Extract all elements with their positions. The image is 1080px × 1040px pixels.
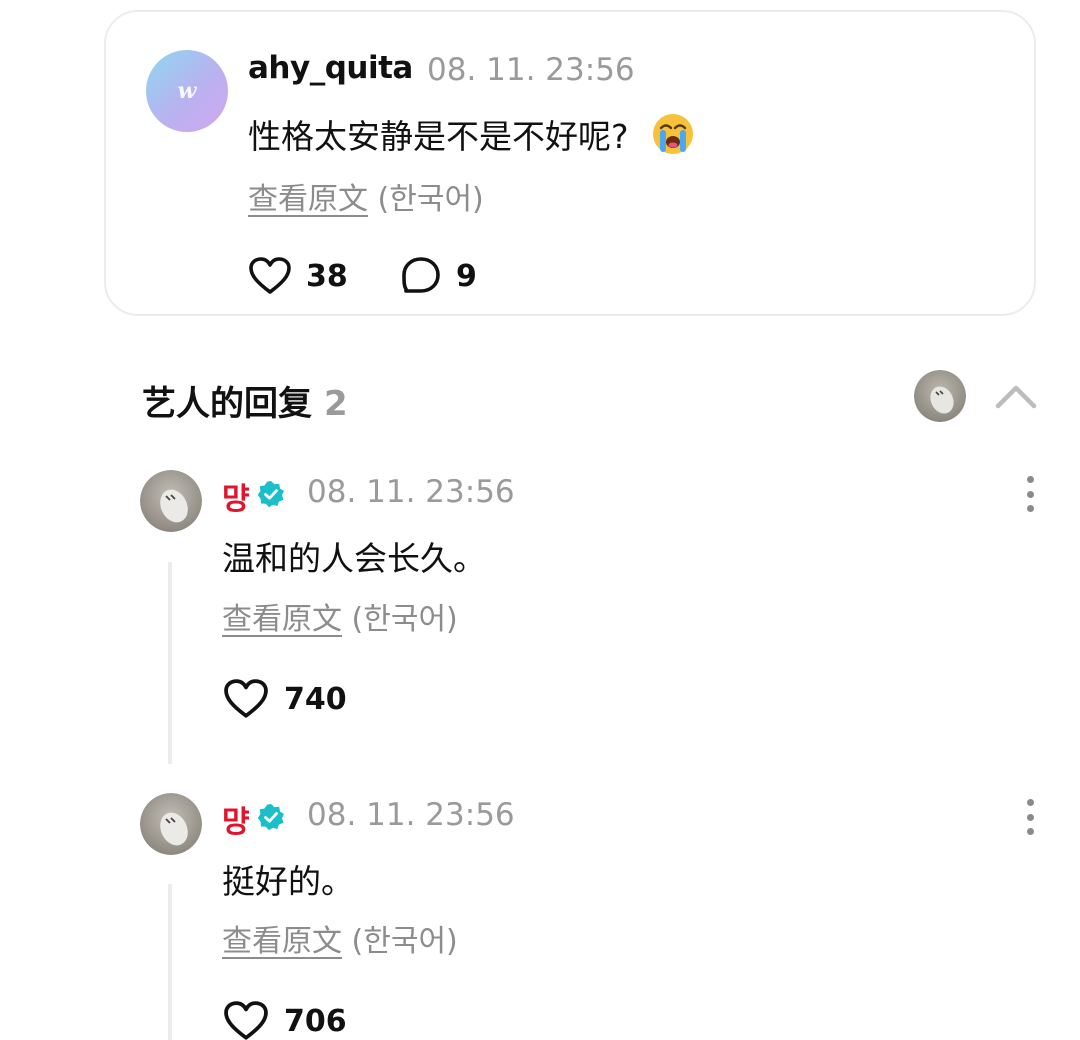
thread-line [168,884,172,1040]
artist-replies-count: 2 [324,384,348,424]
verified-badge-icon [257,804,284,831]
post-text: 性格太安静是不是不好呢? [248,117,629,156]
like-count: 740 [284,681,347,717]
view-original-label[interactable]: 查看原文 [222,602,342,637]
fan-post-card: w ahy_quita 08. 11. 23:56 性格太安静是不是不好呢? 查… [104,10,1036,316]
like-button[interactable]: 706 [222,1000,347,1040]
post-body: 性格太安静是不是不好呢? [248,110,695,158]
view-original-link[interactable]: 查看原文 (한국어) [248,174,484,218]
heart-icon [224,1001,268,1040]
artist-name[interactable]: 먕 [222,797,250,841]
artist-name[interactable]: 먕 [222,474,250,518]
like-count: 38 [306,258,348,294]
heart-icon [249,257,291,294]
view-original-link[interactable]: 查看原文 (한국어) [222,594,458,638]
original-language-label: (한국어) [351,602,458,637]
view-original-label[interactable]: 查看原文 [248,182,368,217]
comment-count: 9 [456,258,477,294]
chevron-up-icon[interactable] [992,378,1040,414]
reply-text: 挺好的。 [222,862,354,901]
reply-text: 温和的人会长久。 [222,539,486,578]
like-button[interactable]: 38 [248,256,348,296]
artist-avatar[interactable] [140,793,202,855]
view-original-link[interactable]: 查看原文 (한국어) [222,916,458,960]
comment-bubble-icon [402,257,440,293]
thread-line [168,562,172,764]
post-timestamp: 08. 11. 23:56 [427,52,635,88]
reply-timestamp: 08. 11. 23:56 [307,474,515,510]
more-options-icon[interactable] [1024,799,1036,835]
like-button[interactable]: 740 [222,678,347,720]
like-count: 706 [284,1003,347,1039]
more-options-icon[interactable] [1024,476,1036,512]
artist-replies-title: 艺人的回复 [142,384,312,424]
comment-thread-page: w ahy_quita 08. 11. 23:56 性格太安静是不是不好呢? 查… [0,0,1080,1040]
view-original-label[interactable]: 查看原文 [222,924,342,959]
artist-replies-header: 艺人的回复 2 [142,376,348,425]
comment-button[interactable]: 9 [400,256,477,296]
artist-avatar[interactable] [140,470,202,532]
post-author-name[interactable]: ahy_quita [248,50,413,86]
verified-badge-icon [257,481,284,508]
original-language-label: (한국어) [351,924,458,959]
heart-icon [224,679,268,718]
original-language-label: (한국어) [377,182,484,217]
artist-avatar[interactable] [914,370,966,422]
weverse-logo-mark: w [177,78,197,104]
fan-avatar[interactable]: w [146,50,228,132]
reply-timestamp: 08. 11. 23:56 [307,797,515,833]
loudly-crying-face-icon [652,114,693,154]
